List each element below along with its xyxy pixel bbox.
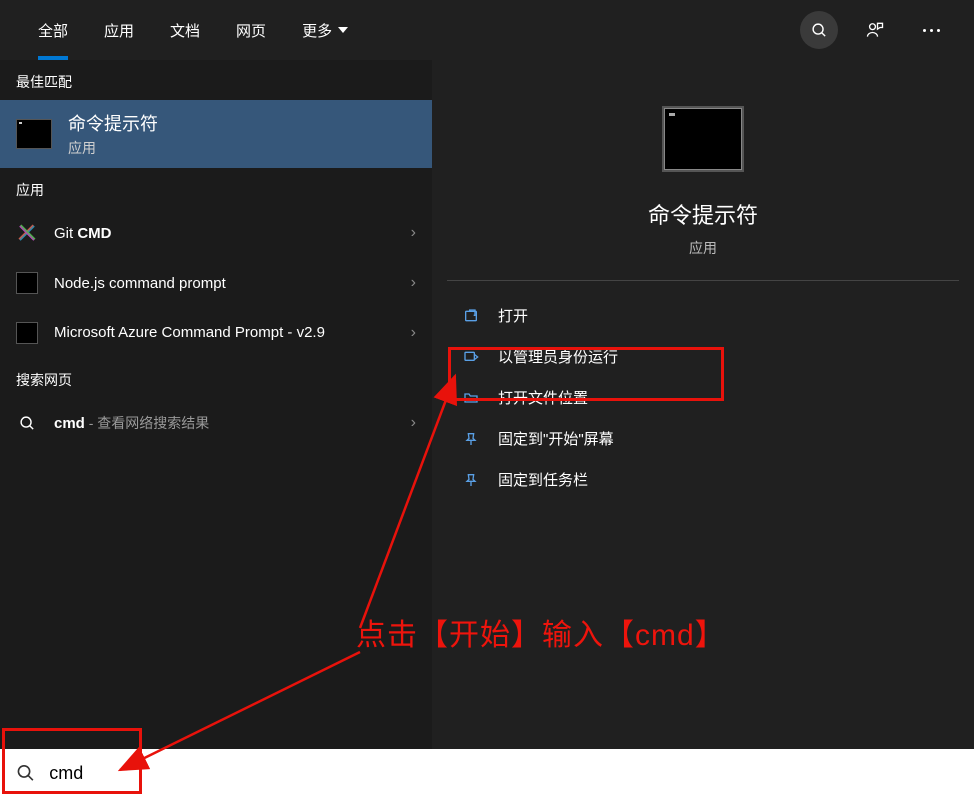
app-result-label: Node.js command prompt xyxy=(54,275,395,292)
action-label: 打开 xyxy=(498,305,528,326)
section-web: 搜索网页 xyxy=(0,358,432,398)
preview-actions: 打开 以管理员身份运行 打开文件位置 固定到"开始"屏幕 xyxy=(432,295,974,500)
terminal-icon xyxy=(16,322,38,344)
annotation-text: 点击【开始】输入【cmd】 xyxy=(356,610,726,654)
search-input[interactable] xyxy=(49,763,958,784)
shield-admin-icon xyxy=(462,348,480,366)
app-result-label: Microsoft Azure Command Prompt - v2.9 xyxy=(54,323,395,343)
tab-web[interactable]: 网页 xyxy=(218,0,284,60)
git-icon xyxy=(16,222,38,244)
search-bar[interactable] xyxy=(0,749,974,797)
ellipsis-icon xyxy=(923,29,940,32)
preview-app-icon xyxy=(664,108,742,170)
search-scope-button[interactable] xyxy=(800,11,838,49)
top-right-controls xyxy=(800,11,974,49)
web-result-label: cmd - 查看网络搜索结果 xyxy=(54,413,395,433)
app-result-git-cmd[interactable]: Git CMD › xyxy=(0,208,432,258)
tab-all[interactable]: 全部 xyxy=(20,0,86,60)
action-open-file-location[interactable]: 打开文件位置 xyxy=(444,377,962,418)
web-search-result[interactable]: cmd - 查看网络搜索结果 › xyxy=(0,398,432,448)
search-icon xyxy=(811,22,828,39)
best-match-text: 命令提示符 应用 xyxy=(68,110,158,158)
pin-icon xyxy=(462,430,480,448)
action-label: 以管理员身份运行 xyxy=(498,346,618,367)
cmd-icon xyxy=(16,119,52,149)
section-apps: 应用 xyxy=(0,168,432,208)
action-label: 固定到"开始"屏幕 xyxy=(498,428,614,449)
divider xyxy=(447,280,959,281)
chevron-down-icon xyxy=(338,27,348,33)
app-result-azure-prompt[interactable]: Microsoft Azure Command Prompt - v2.9 › xyxy=(0,308,432,358)
preview-title: 命令提示符 xyxy=(648,198,758,230)
tab-apps[interactable]: 应用 xyxy=(86,0,152,60)
preview-subtitle: 应用 xyxy=(689,238,717,258)
action-label: 固定到任务栏 xyxy=(498,469,588,490)
action-run-as-admin[interactable]: 以管理员身份运行 xyxy=(444,336,962,377)
folder-open-icon xyxy=(462,389,480,407)
tab-documents[interactable]: 文档 xyxy=(152,0,218,60)
chevron-right-icon: › xyxy=(411,224,416,242)
search-tabs-bar: 全部 应用 文档 网页 更多 xyxy=(0,0,974,60)
person-feedback-icon xyxy=(865,20,885,40)
tab-more[interactable]: 更多 xyxy=(284,0,366,60)
best-match-title: 命令提示符 xyxy=(68,110,158,136)
action-label: 打开文件位置 xyxy=(498,387,588,408)
chevron-right-icon: › xyxy=(411,324,416,342)
best-match-item[interactable]: 命令提示符 应用 xyxy=(0,100,432,168)
search-icon xyxy=(16,412,38,434)
feedback-button[interactable] xyxy=(856,11,894,49)
search-icon xyxy=(16,763,35,783)
app-result-label: Git CMD xyxy=(54,225,395,242)
tab-more-label: 更多 xyxy=(302,20,332,41)
pin-icon xyxy=(462,471,480,489)
chevron-right-icon: › xyxy=(411,274,416,292)
best-match-subtitle: 应用 xyxy=(68,138,158,158)
open-icon xyxy=(462,307,480,325)
action-pin-to-start[interactable]: 固定到"开始"屏幕 xyxy=(444,418,962,459)
action-pin-to-taskbar[interactable]: 固定到任务栏 xyxy=(444,459,962,500)
terminal-icon xyxy=(16,272,38,294)
action-open[interactable]: 打开 xyxy=(444,295,962,336)
more-options-button[interactable] xyxy=(912,11,950,49)
app-result-nodejs-prompt[interactable]: Node.js command prompt › xyxy=(0,258,432,308)
section-best-match: 最佳匹配 xyxy=(0,60,432,100)
chevron-right-icon: › xyxy=(411,414,416,432)
